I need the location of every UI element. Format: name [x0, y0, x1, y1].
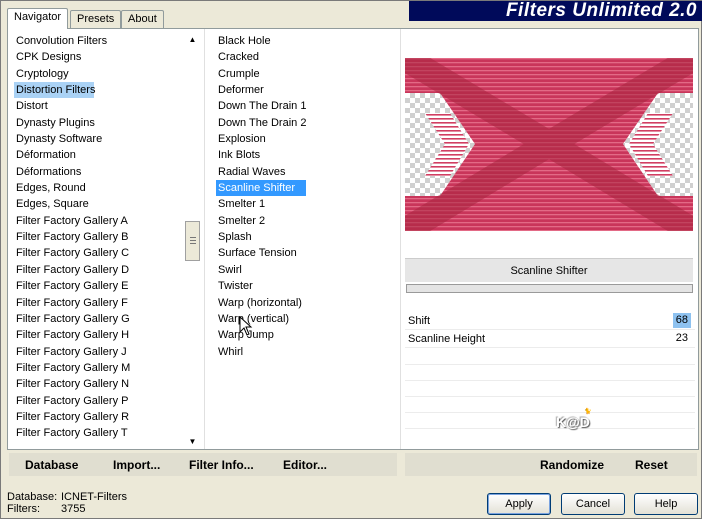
current-filter-name: Scanline Shifter: [405, 258, 693, 282]
param-value[interactable]: 68: [672, 313, 691, 328]
list-item[interactable]: Filter Factory Gallery H: [14, 327, 129, 343]
watermark-logo: K@D: [556, 414, 590, 430]
database-value: ICNET-Filters: [61, 491, 127, 503]
list-item[interactable]: Down The Drain 1: [216, 98, 306, 114]
list-item[interactable]: Filter Factory Gallery D: [14, 262, 129, 278]
cancel-button[interactable]: Cancel: [561, 493, 625, 515]
list-item[interactable]: Filter Factory Gallery C: [14, 245, 129, 261]
list-item[interactable]: Crumple: [216, 66, 306, 82]
list-item[interactable]: Filter Factory Gallery R: [14, 409, 129, 425]
param-row-scanline-height[interactable]: Scanline Height 23: [405, 330, 695, 348]
list-item[interactable]: Distort: [14, 98, 94, 114]
progress-bar: [406, 284, 693, 293]
divider: [400, 29, 401, 449]
empty-param-rows: [405, 349, 695, 444]
list-item[interactable]: Déformations: [14, 164, 94, 180]
preview-image: [405, 58, 693, 231]
filters-count: 3755: [61, 503, 86, 515]
database-button[interactable]: Database: [25, 458, 78, 472]
list-item[interactable]: Warp (vertical): [216, 311, 306, 327]
navigator-panel: Convolution Filters CPK Designs Cryptology…: [7, 28, 699, 450]
mouse-cursor-icon: [239, 316, 253, 336]
list-item[interactable]: Radial Waves: [216, 164, 306, 180]
category-list[interactable]: Convolution Filters CPK Designs Cryptology…: [14, 33, 130, 442]
window-title: Filters Unlimited 2.0: [409, 1, 702, 21]
divider: [204, 29, 205, 449]
list-item[interactable]: Ink Blots: [216, 147, 306, 163]
list-item[interactable]: Convolution Filters: [14, 33, 107, 49]
list-item[interactable]: Déformation: [14, 147, 94, 163]
database-label: Database:: [7, 491, 58, 503]
reset-button[interactable]: Reset: [635, 458, 668, 472]
randomize-button[interactable]: Randomize: [540, 458, 604, 472]
list-item[interactable]: Explosion: [216, 131, 306, 147]
list-item[interactable]: Filter Factory Gallery J: [14, 344, 127, 360]
list-item[interactable]: Splash: [216, 229, 306, 245]
filters-label: Filters:: [7, 503, 40, 515]
import-button[interactable]: Import...: [113, 458, 160, 472]
filter-info-button[interactable]: Filter Info...: [189, 458, 254, 472]
tab-presets[interactable]: Presets: [70, 10, 122, 28]
list-item[interactable]: Filter Factory Gallery N: [14, 376, 129, 392]
list-item[interactable]: Smelter 2: [216, 213, 306, 229]
list-item[interactable]: CPK Designs: [14, 49, 94, 65]
filters-unlimited-window: Filters Unlimited 2.0 Navigator Presets …: [0, 0, 702, 519]
list-item[interactable]: Filter Factory Gallery A: [14, 213, 128, 229]
editor-button[interactable]: Editor...: [283, 458, 327, 472]
list-item[interactable]: Scanline Shifter: [216, 180, 306, 197]
param-label: Scanline Height: [408, 333, 486, 345]
list-item[interactable]: Filter Factory Gallery B: [14, 229, 128, 245]
list-item[interactable]: Cracked: [216, 49, 306, 65]
status-area: Database: ICNET-Filters Filters: 3755: [7, 491, 127, 515]
param-label: Shift: [408, 315, 431, 327]
list-item[interactable]: Down The Drain 2: [216, 115, 306, 131]
list-item[interactable]: Distortion Filters: [14, 82, 95, 99]
list-item[interactable]: Filter Factory Gallery T: [14, 425, 128, 441]
list-item[interactable]: Twister: [216, 278, 306, 294]
scroll-thumb[interactable]: [185, 221, 200, 261]
list-item[interactable]: Smelter 1: [216, 196, 306, 212]
list-item[interactable]: Black Hole: [216, 33, 306, 49]
scroll-down-icon[interactable]: ▼: [185, 435, 200, 449]
list-item[interactable]: Filter Factory Gallery F: [14, 295, 128, 311]
right-toolbar: Randomize Reset: [405, 453, 697, 476]
list-item[interactable]: Swirl: [216, 262, 306, 278]
left-toolbar: Database Import... Filter Info... Editor…: [9, 453, 397, 476]
help-button[interactable]: Help: [634, 493, 698, 515]
category-scrollbar[interactable]: ▲ ▼: [185, 33, 200, 449]
list-item[interactable]: Deformer: [216, 82, 306, 98]
list-item[interactable]: Whirl: [216, 344, 306, 360]
list-item[interactable]: Dynasty Software: [14, 131, 102, 147]
list-item[interactable]: Filter Factory Gallery G: [14, 311, 130, 327]
tab-about[interactable]: About: [121, 10, 164, 28]
list-item[interactable]: Warp Jump: [216, 327, 306, 343]
tab-navigator[interactable]: Navigator: [7, 8, 69, 29]
param-value[interactable]: 23: [673, 331, 691, 346]
apply-button[interactable]: Apply: [487, 493, 551, 515]
scroll-up-icon[interactable]: ▲: [185, 33, 200, 47]
list-item[interactable]: Warp (horizontal): [216, 295, 306, 311]
filter-list[interactable]: Black Hole Cracked Crumple Deformer Down The…: [216, 33, 306, 360]
list-item[interactable]: Surface Tension: [216, 245, 306, 261]
list-item[interactable]: Edges, Square: [14, 196, 94, 212]
list-item[interactable]: Filter Factory Gallery E: [14, 278, 128, 294]
list-item[interactable]: Cryptology: [14, 66, 94, 82]
list-item[interactable]: Filter Factory Gallery M: [14, 360, 130, 376]
param-row-shift[interactable]: Shift 68: [405, 312, 695, 330]
list-item[interactable]: Filter Factory Gallery P: [14, 393, 128, 409]
list-item[interactable]: Edges, Round: [14, 180, 94, 196]
parameter-list: Shift 68 Scanline Height 23: [405, 312, 695, 348]
list-item[interactable]: Dynasty Plugins: [14, 115, 95, 131]
